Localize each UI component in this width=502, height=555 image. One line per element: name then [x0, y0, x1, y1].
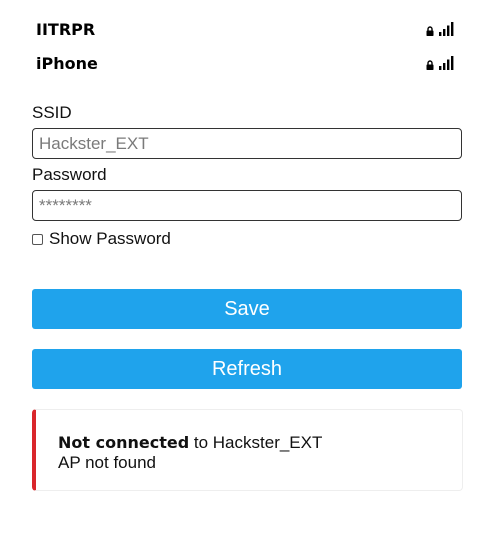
- signal-strength-icon: [439, 22, 454, 36]
- refresh-button[interactable]: Refresh: [32, 349, 462, 389]
- network-item-iphone[interactable]: iPhone: [32, 46, 460, 80]
- connection-status-message: Not connected to Hackster_EXT AP not fou…: [32, 409, 463, 491]
- password-label: Password: [32, 165, 107, 184]
- password-input[interactable]: [32, 190, 462, 221]
- save-button[interactable]: Save: [32, 289, 462, 329]
- show-password-checkbox[interactable]: [32, 233, 43, 245]
- status-connector: to: [189, 433, 213, 452]
- status-detail: AP not found: [58, 453, 156, 472]
- network-ssid: IITRPR: [36, 19, 96, 39]
- network-status-icons: [426, 22, 454, 36]
- ssid-label: SSID: [32, 103, 72, 122]
- show-password-toggle[interactable]: Show Password: [32, 229, 171, 249]
- signal-strength-icon: [439, 56, 454, 70]
- status-line: Not connected to Hackster_EXT: [58, 433, 462, 453]
- target-ssid: Hackster_EXT: [212, 433, 323, 452]
- ssid-input[interactable]: [32, 128, 462, 159]
- network-item-iitrpr[interactable]: IITRPR: [32, 12, 460, 46]
- show-password-label: Show Password: [49, 229, 171, 248]
- network-status-icons: [426, 56, 454, 70]
- connection-state: Not connected: [58, 433, 190, 452]
- network-ssid: iPhone: [36, 53, 98, 73]
- network-list: IITRPR iPhone: [32, 12, 460, 80]
- lock-icon: [426, 60, 434, 70]
- lock-icon: [426, 26, 434, 36]
